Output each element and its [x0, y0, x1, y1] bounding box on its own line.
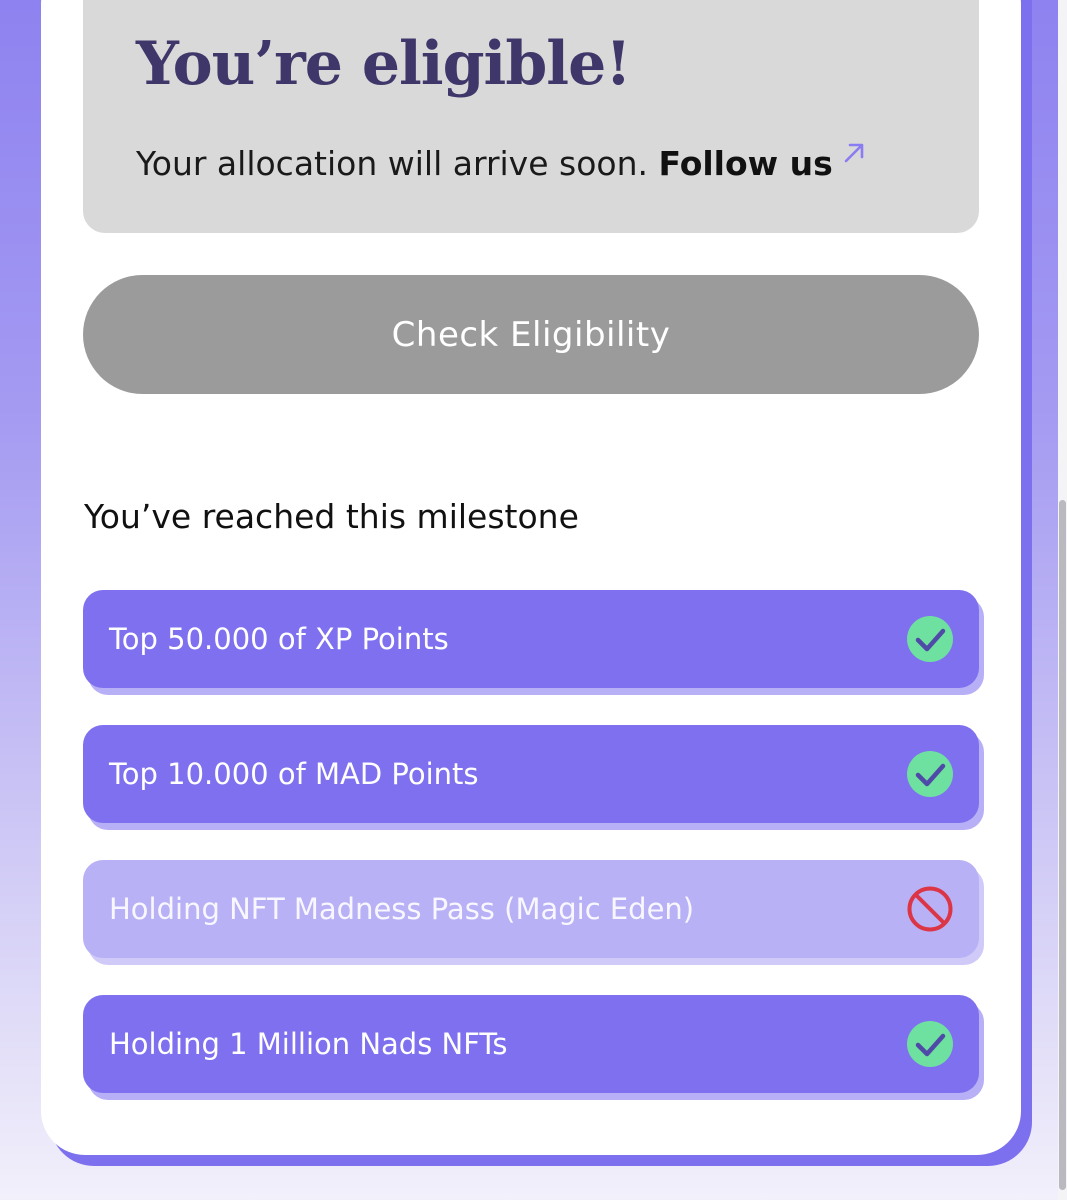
milestone-item-nads-nfts: Holding 1 Million Nads NFTs — [83, 995, 979, 1093]
follow-us-link[interactable]: Follow us — [658, 143, 866, 183]
milestone-item-xp-points: Top 50.000 of XP Points — [83, 590, 979, 688]
milestone-label: Top 10.000 of MAD Points — [109, 757, 479, 791]
page-scrollbar[interactable] — [1058, 0, 1067, 1200]
check-circle-icon — [907, 1021, 953, 1067]
milestone-item-mad-points: Top 10.000 of MAD Points — [83, 725, 979, 823]
eligibility-result-panel: You’re eligible! Your allocation will ar… — [83, 0, 979, 233]
eligibility-title: You’re eligible! — [136, 29, 632, 99]
check-circle-icon — [907, 751, 953, 797]
external-arrow-icon — [844, 143, 864, 163]
check-circle-icon — [907, 616, 953, 662]
follow-us-label: Follow us — [658, 144, 833, 183]
prohibited-icon — [907, 886, 953, 932]
milestone-label: Top 50.000 of XP Points — [109, 622, 449, 656]
eligibility-message-line: Your allocation will arrive soon. Follow… — [136, 143, 867, 183]
check-eligibility-button[interactable]: Check Eligibility — [83, 275, 979, 394]
milestone-label: Holding 1 Million Nads NFTs — [109, 1027, 508, 1061]
milestone-heading: You’ve reached this milestone — [84, 497, 579, 536]
milestone-label: Holding NFT Madness Pass (Magic Eden) — [109, 892, 695, 926]
milestone-item-madness-pass: Holding NFT Madness Pass (Magic Eden) — [83, 860, 979, 958]
scrollbar-thumb[interactable] — [1059, 500, 1066, 1190]
allocation-message: Your allocation will arrive soon. — [136, 144, 648, 183]
